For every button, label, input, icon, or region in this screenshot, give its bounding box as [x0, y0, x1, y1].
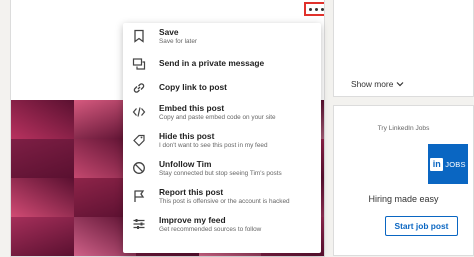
sidebar-card: Show more: [333, 0, 474, 97]
menu-item-save[interactable]: Save Save for later: [123, 27, 321, 55]
eye-slash-icon: [132, 133, 146, 147]
linkedin-in-icon: in: [430, 157, 444, 171]
ellipsis-dot: [314, 7, 318, 11]
menu-item-title: Report this post: [159, 187, 224, 197]
photo-tile: [11, 100, 74, 139]
menu-item-send-private-message[interactable]: Send in a private message: [123, 55, 321, 79]
menu-item-title: Unfollow Tim: [159, 159, 212, 169]
menu-item-title: Hide this post: [159, 131, 215, 141]
ad-tagline: Hiring made easy: [368, 194, 439, 204]
menu-item-hide-post[interactable]: Hide this post I don't want to see this p…: [123, 131, 321, 159]
bookmark-icon: [132, 29, 146, 43]
menu-item-subtitle: Save for later: [159, 38, 198, 45]
post-options-menu: Save Save for later Send in a private mes…: [123, 23, 321, 253]
photo-tile: [11, 139, 74, 178]
menu-item-subtitle: Copy and paste embed code on your site: [159, 114, 276, 121]
menu-item-embed-post[interactable]: Embed this post Copy and paste embed code…: [123, 103, 321, 131]
chevron-down-icon: [396, 82, 404, 87]
linkedin-jobs-logo: in JOBS: [428, 144, 468, 184]
menu-item-subtitle: This post is offensive or the account is…: [159, 198, 290, 205]
post-more-options-button[interactable]: [304, 2, 324, 16]
start-job-post-button[interactable]: Start job post: [385, 216, 458, 236]
code-icon: [132, 105, 146, 119]
menu-item-title: Copy link to post: [159, 82, 227, 92]
menu-item-subtitle: I don't want to see this post in my feed: [159, 142, 268, 149]
menu-item-subtitle: Stay connected but stop seeing Tim's pos…: [159, 170, 282, 177]
block-icon: [132, 161, 146, 175]
show-more-label: Show more: [351, 79, 394, 89]
photo-tile: [11, 178, 74, 217]
menu-item-unfollow[interactable]: Unfollow Tim Stay connected but stop seei…: [123, 159, 321, 187]
ad-try-label: Try LinkedIn Jobs: [377, 125, 430, 132]
flag-icon: [132, 189, 146, 203]
menu-item-title: Embed this post: [159, 103, 225, 113]
linkedin-jobs-ad: Try LinkedIn Jobs in JOBS Hiring made ea…: [333, 105, 474, 256]
menu-item-title: Save: [159, 27, 179, 37]
show-more-button[interactable]: Show more: [351, 79, 404, 89]
menu-item-subtitle: Get recommended sources to follow: [159, 226, 262, 233]
menu-item-title: Improve my feed: [159, 215, 226, 225]
menu-item-improve-feed[interactable]: Improve my feed Get recommended sources t…: [123, 215, 321, 243]
menu-item-report-post[interactable]: Report this post This post is offensive o…: [123, 187, 321, 215]
menu-item-title: Send in a private message: [159, 58, 265, 68]
photo-tile: [11, 217, 74, 256]
ellipsis-dot: [320, 7, 324, 11]
menu-item-copy-link[interactable]: Copy link to post: [123, 79, 321, 103]
sliders-icon: [132, 217, 146, 231]
ellipsis-icon: [308, 7, 312, 11]
link-icon: [132, 81, 146, 95]
jobs-logo-text: JOBS: [445, 159, 466, 169]
chat-icon: [132, 57, 146, 71]
